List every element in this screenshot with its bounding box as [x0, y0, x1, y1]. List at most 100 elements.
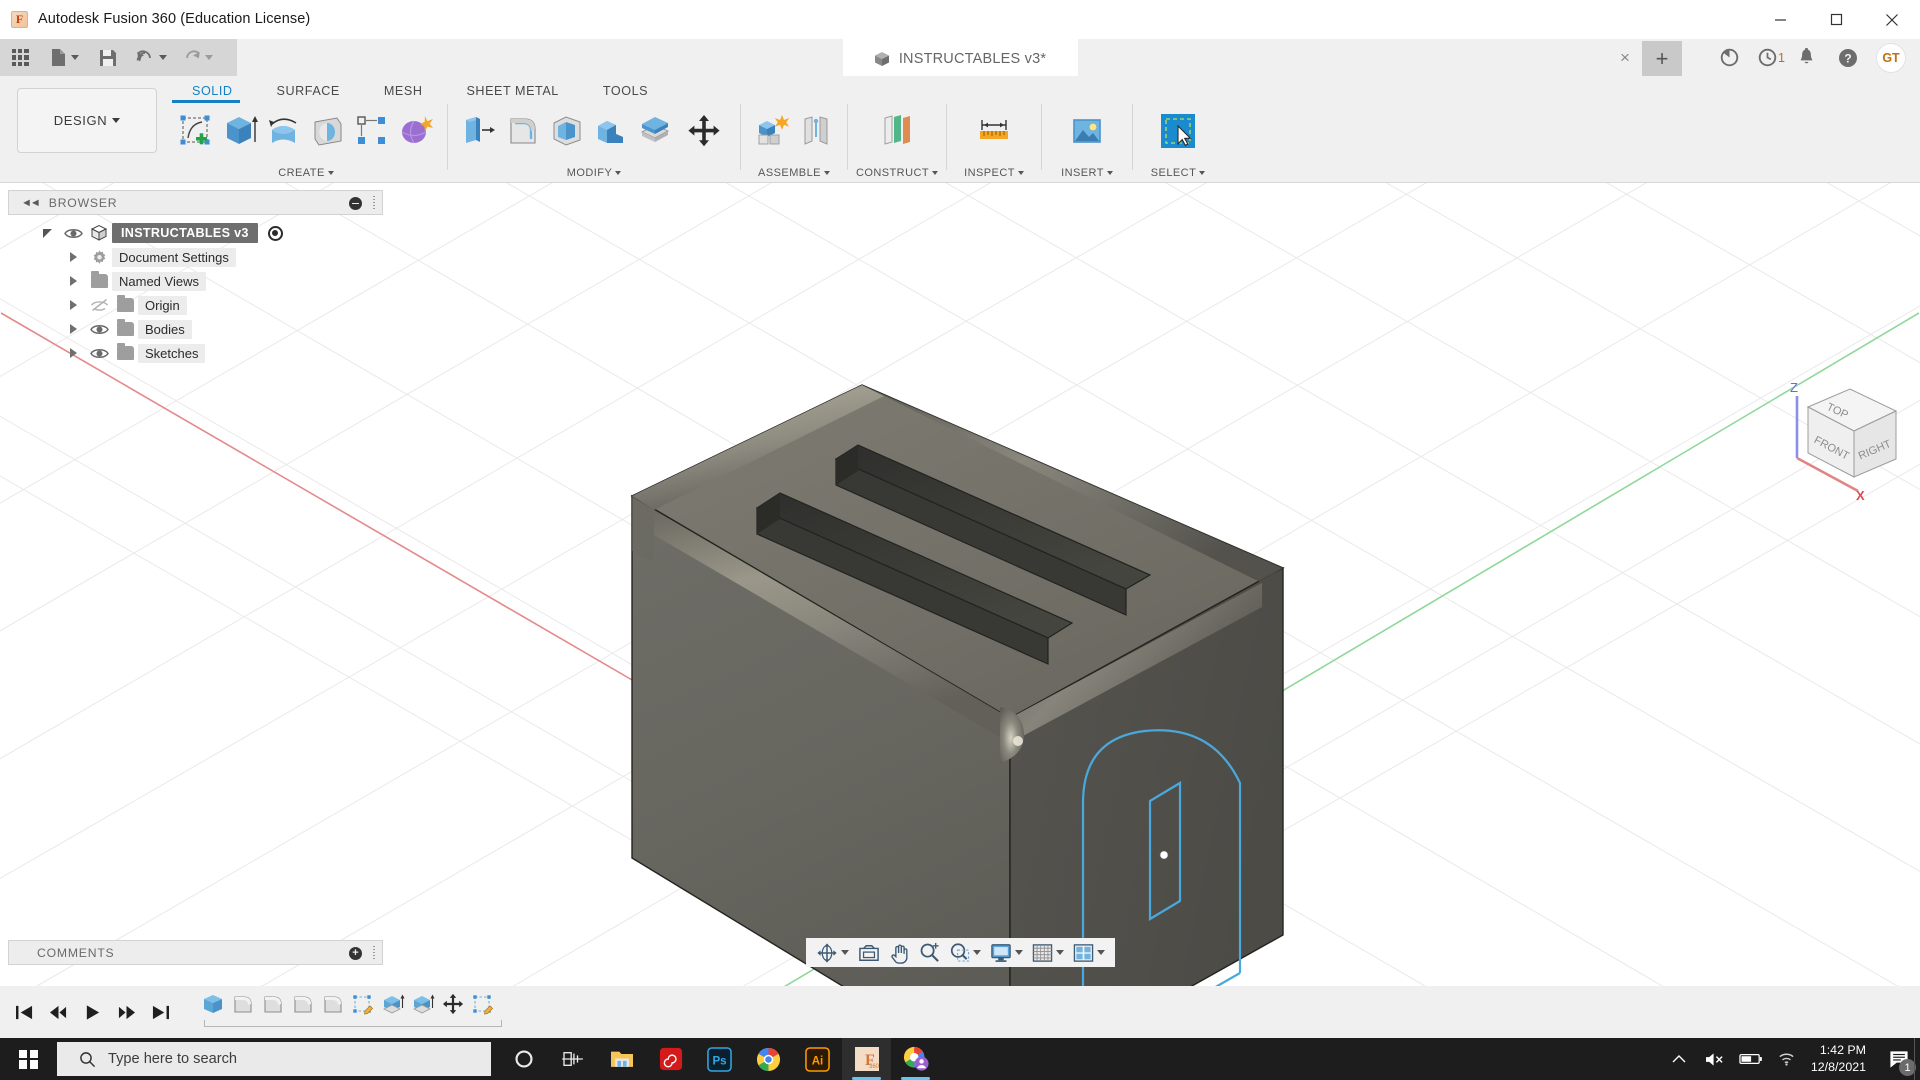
panel-resize-grip[interactable] [373, 946, 375, 961]
extrude-button[interactable] [218, 104, 262, 158]
expand-toggle[interactable] [60, 324, 86, 334]
show-desktop-button[interactable] [1914, 1038, 1920, 1080]
grid-snaps-button[interactable] [1028, 938, 1068, 967]
show-hidden-icons-button[interactable] [1661, 1038, 1697, 1080]
close-tab-button[interactable]: × [1608, 39, 1642, 76]
workspace-switcher[interactable]: DESIGN [17, 88, 157, 153]
combine-button[interactable] [589, 104, 633, 158]
fit-button[interactable] [854, 938, 884, 967]
zoom-window-button[interactable] [945, 938, 985, 967]
maximize-button[interactable] [1808, 0, 1864, 39]
collapse-icon[interactable]: ◄◄ [21, 197, 41, 209]
panel-select-title[interactable]: SELECT [1138, 164, 1218, 182]
revolve-button[interactable] [262, 104, 306, 158]
tree-item-origin[interactable]: Origin [8, 293, 383, 317]
network-button[interactable] [1769, 1038, 1805, 1080]
photoshop-button[interactable]: Ps [695, 1038, 744, 1080]
avatar[interactable]: GT [1876, 42, 1906, 73]
visibility-toggle[interactable] [86, 347, 112, 360]
display-settings-button[interactable] [986, 938, 1027, 967]
new-component-button[interactable] [750, 104, 794, 158]
minimize-button[interactable] [1752, 0, 1808, 39]
expand-toggle[interactable] [34, 228, 60, 238]
file-explorer-button[interactable] [597, 1038, 646, 1080]
offset-face-button[interactable] [633, 104, 677, 158]
panel-create-title[interactable]: CREATE [170, 164, 442, 182]
panel-insert-title[interactable]: INSERT [1047, 164, 1127, 182]
task-view-button[interactable] [548, 1038, 597, 1080]
select-window-button[interactable] [1156, 104, 1200, 158]
sweep-button[interactable] [306, 104, 350, 158]
pan-button[interactable] [885, 938, 914, 967]
press-pull-button[interactable] [457, 104, 501, 158]
timeline-feature-extrude-2[interactable] [378, 990, 408, 1017]
panel-resize-grip[interactable] [373, 196, 375, 211]
fillet-button[interactable] [501, 104, 545, 158]
timeline-feature-fillet-2[interactable] [258, 990, 288, 1017]
notifications-button[interactable] [1785, 39, 1827, 76]
orbit-button[interactable] [812, 938, 853, 967]
timeline-feature-extrude-3[interactable] [408, 990, 438, 1017]
expand-toggle[interactable] [60, 252, 86, 262]
tree-item-root[interactable]: INSTRUCTABLES v3 [8, 221, 383, 245]
visibility-toggle[interactable] [86, 323, 112, 336]
joint-button[interactable] [794, 104, 838, 158]
taskbar-search[interactable]: Type here to search [57, 1042, 491, 1076]
chrome-button[interactable] [744, 1038, 793, 1080]
tab-mesh[interactable]: MESH [362, 80, 445, 103]
timeline-feature-move[interactable] [438, 990, 468, 1017]
panel-inspect-title[interactable]: INSPECT [952, 164, 1036, 182]
offset-plane-button[interactable] [875, 104, 919, 158]
panel-assemble-title[interactable]: ASSEMBLE [746, 164, 842, 182]
zoom-button[interactable] [915, 938, 944, 967]
new-tab-button[interactable]: + [1642, 41, 1682, 76]
tree-item-named-views[interactable]: Named Views [8, 269, 383, 293]
cortana-button[interactable] [499, 1038, 548, 1080]
insert-image-button[interactable] [1065, 104, 1109, 158]
fusion360-button[interactable]: F 360 [842, 1038, 891, 1080]
volume-button[interactable] [1697, 1038, 1733, 1080]
chrome-profile-button[interactable] [891, 1038, 940, 1080]
add-comment-button[interactable]: + [349, 947, 362, 960]
shell-button[interactable] [545, 104, 589, 158]
activate-component-radio[interactable] [267, 225, 283, 241]
illustrator-button[interactable]: Ai [793, 1038, 842, 1080]
help-button[interactable]: ? [1827, 39, 1869, 76]
visibility-toggle[interactable] [86, 298, 112, 312]
tree-item-document-settings[interactable]: Document Settings [8, 245, 383, 269]
timeline-feature-sketch-2[interactable] [468, 990, 498, 1017]
data-panel-button[interactable] [1708, 39, 1750, 76]
battery-button[interactable] [1733, 1038, 1769, 1080]
expand-toggle[interactable] [60, 348, 86, 358]
clock[interactable]: 1:42 PM 12/8/2021 [1805, 1042, 1878, 1075]
step-back-button[interactable] [46, 999, 70, 1025]
browser-header[interactable]: ◄◄ BROWSER [8, 190, 383, 215]
timeline-feature-sketch-1[interactable] [348, 990, 378, 1017]
viewports-button[interactable] [1069, 938, 1109, 967]
tab-tools[interactable]: TOOLS [581, 80, 670, 103]
play-button[interactable] [80, 999, 104, 1025]
expand-toggle[interactable] [60, 300, 86, 310]
tree-item-bodies[interactable]: Bodies [8, 317, 383, 341]
creative-cloud-button[interactable] [646, 1038, 695, 1080]
timeline-feature-fillet-1[interactable] [228, 990, 258, 1017]
panel-modify-title[interactable]: MODIFY [453, 164, 735, 182]
create-sketch-button[interactable] [174, 104, 218, 158]
minimize-panel-icon[interactable] [349, 197, 362, 210]
tree-item-sketches[interactable]: Sketches [8, 341, 383, 365]
timeline-feature-extrude[interactable] [198, 990, 228, 1017]
skip-to-end-button[interactable] [148, 999, 172, 1025]
timeline-feature-fillet-4[interactable] [318, 990, 348, 1017]
close-button[interactable] [1864, 0, 1920, 39]
tab-sheet-metal[interactable]: SHEET METAL [444, 80, 580, 103]
step-forward-button[interactable] [114, 999, 138, 1025]
panel-construct-title[interactable]: CONSTRUCT [853, 164, 941, 182]
expand-toggle[interactable] [60, 276, 86, 286]
comments-panel[interactable]: COMMENTS + [8, 940, 383, 965]
skip-to-start-button[interactable] [12, 999, 36, 1025]
document-tab[interactable]: INSTRUCTABLES v3* [842, 39, 1078, 76]
visibility-toggle[interactable] [60, 227, 86, 240]
start-button[interactable] [0, 1038, 57, 1080]
tab-surface[interactable]: SURFACE [255, 80, 362, 103]
move-copy-button[interactable] [677, 104, 731, 158]
